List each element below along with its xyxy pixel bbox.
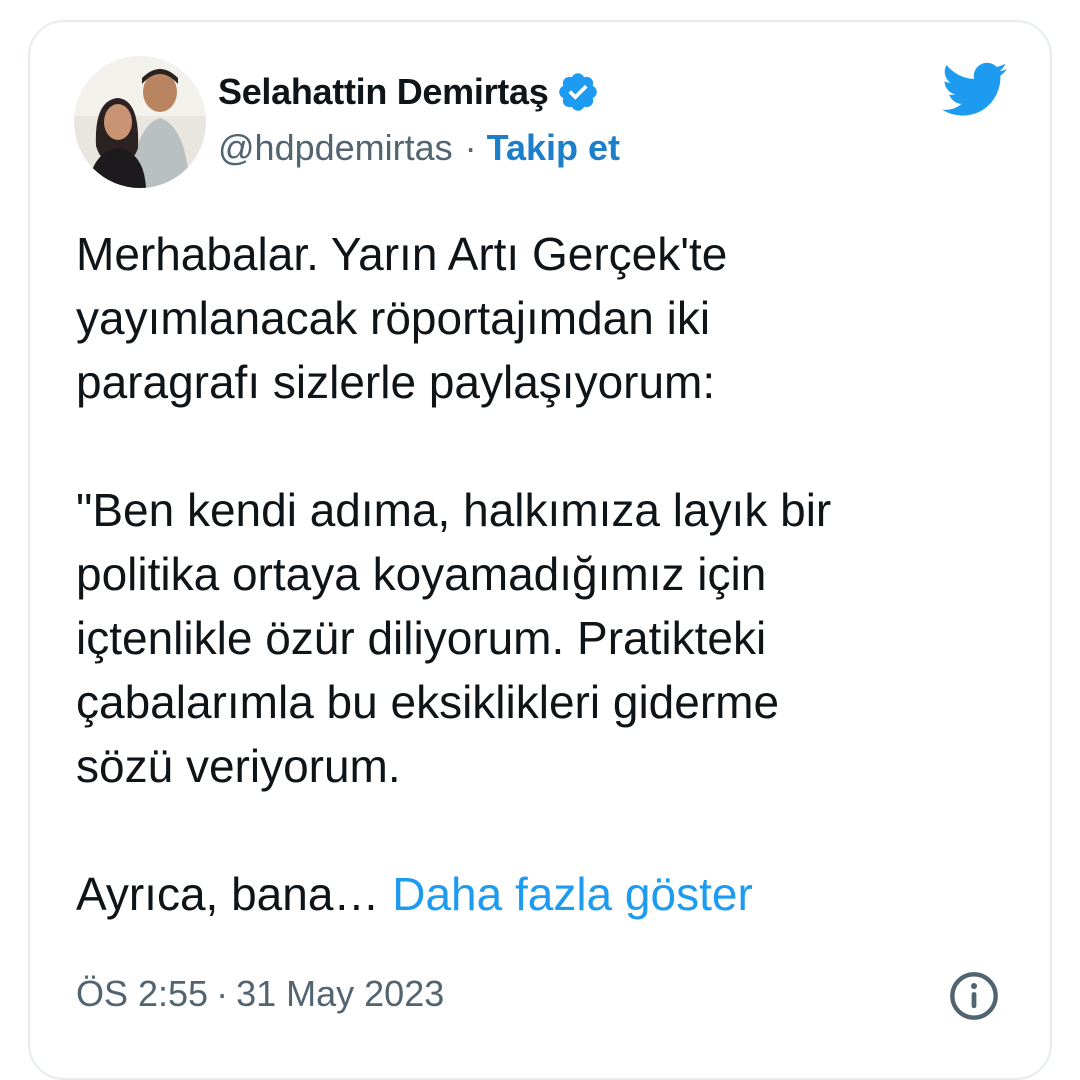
tweet-text: Merhabalar. Yarın Artı Gerçek'te yayımla… — [76, 222, 1036, 926]
text-line: politika ortaya koyamadığımız için — [76, 548, 767, 600]
handle-separator: · — [464, 127, 477, 168]
paragraph-truncated: Ayrıca, bana… Daha fazla göster — [76, 862, 1036, 926]
text-line: içtenlikle özür diliyorum. Pratikteki — [76, 612, 767, 664]
paragraph-intro: Merhabalar. Yarın Artı Gerçek'te yayımla… — [76, 222, 1036, 414]
twitter-bird-icon[interactable] — [942, 62, 1008, 118]
verified-badge-icon — [559, 73, 598, 111]
text-line: yayımlanacak röportajımdan iki — [76, 292, 711, 344]
text-line: sözü veriyorum. — [76, 740, 401, 792]
author-handle[interactable]: @hdpdemirtas — [218, 127, 453, 169]
tweet-date[interactable]: 31 May 2023 — [236, 973, 444, 1015]
author-row: Selahattin Demirtaş — [218, 68, 600, 116]
tweet-time[interactable]: ÖS 2:55 — [76, 973, 208, 1015]
author-name[interactable]: Selahattin Demirtaş — [218, 71, 549, 113]
truncated-text: Ayrıca, bana… — [76, 868, 380, 920]
avatar-photo — [74, 56, 206, 188]
text-line: çabalarımla bu eksiklikleri giderme — [76, 676, 780, 728]
text-line: paragrafı sizlerle paylaşıyorum: — [76, 356, 716, 408]
avatar[interactable] — [74, 56, 206, 188]
tweet-footer: ÖS 2:55 · 31 May 2023 — [76, 968, 444, 1020]
text-line: "Ben kendi adıma, halkımıza layık bir — [76, 484, 832, 536]
info-icon[interactable] — [948, 970, 1000, 1022]
text-line: Ayrıca, bana… Daha fazla göster — [76, 862, 1036, 926]
paragraph-quote: "Ben kendi adıma, halkımıza layık bir po… — [76, 478, 1036, 798]
handle-row: @hdpdemirtas · Takip et — [218, 124, 620, 172]
footer-separator: · — [216, 973, 229, 1014]
show-more-link[interactable]: Daha fazla göster — [392, 868, 753, 920]
follow-button[interactable]: Takip et — [487, 127, 620, 169]
text-line: Merhabalar. Yarın Artı Gerçek'te — [76, 228, 728, 280]
